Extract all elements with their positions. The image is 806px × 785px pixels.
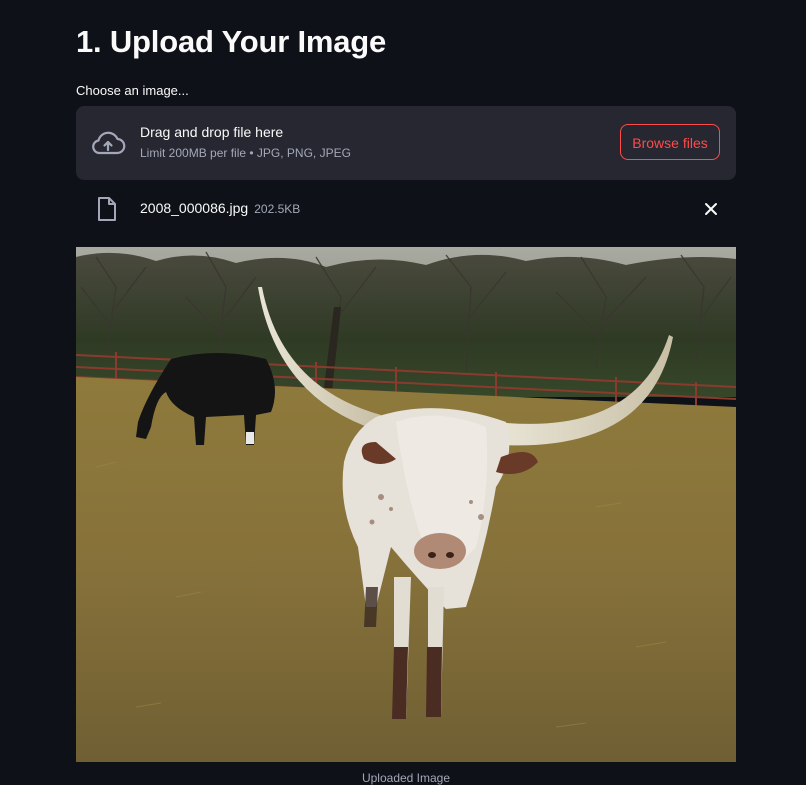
browse-files-button[interactable]: Browse files — [620, 124, 720, 160]
close-icon[interactable] — [702, 200, 720, 218]
file-name-text: 2008_000086.jpg — [140, 200, 249, 216]
uploaded-image-picture — [76, 247, 736, 762]
uploaded-file-row: 2008_000086.jpg 202.5KB — [76, 190, 736, 226]
uploader-label: Choose an image... — [76, 83, 189, 98]
page-title: 1. Upload Your Image — [76, 24, 387, 59]
cloud-upload-icon — [92, 131, 126, 155]
file-icon — [98, 197, 116, 221]
image-caption: Uploaded Image — [361, 771, 451, 785]
file-size: 202.5KB — [254, 202, 301, 216]
dropzone-text: Drag and drop file here Limit 200MB per … — [140, 124, 351, 160]
dropzone-instructions: Drag and drop file here — [140, 124, 284, 140]
uploaded-image — [76, 247, 736, 762]
dropzone-limits: Limit 200MB per file • JPG, PNG, JPEG — [140, 146, 351, 160]
file-name: 2008_000086.jpg 202.5KB — [140, 200, 300, 216]
file-dropzone[interactable]: Drag and drop file here Limit 200MB per … — [76, 106, 736, 180]
